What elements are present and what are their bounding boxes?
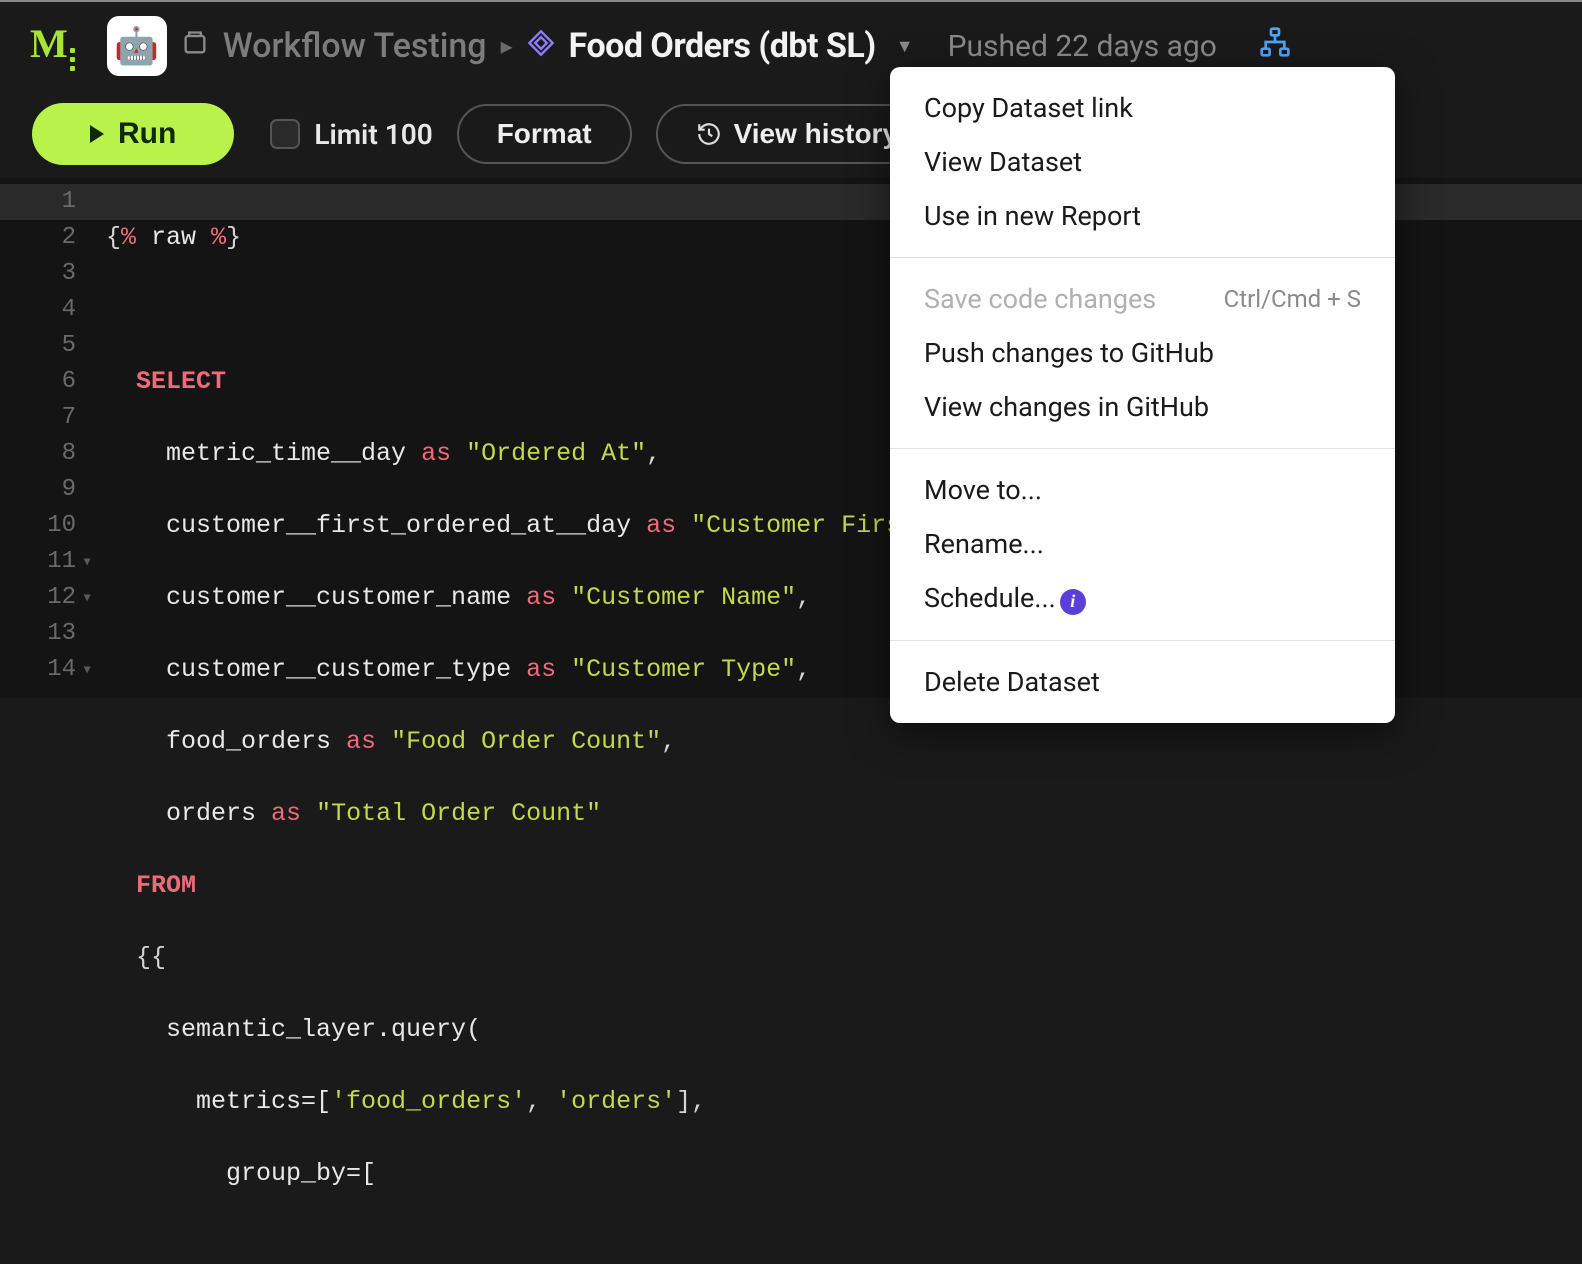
workspace-avatar[interactable]: 🤖 bbox=[107, 16, 167, 76]
lineage-icon[interactable] bbox=[1259, 26, 1291, 67]
avatar-emoji: 🤖 bbox=[114, 25, 159, 67]
line-number: 2 bbox=[0, 220, 76, 256]
menu-delete-dataset[interactable]: Delete Dataset bbox=[890, 655, 1395, 709]
chevron-right-icon: ▸ bbox=[501, 32, 513, 60]
menu-save-code-changes: Save code changes Ctrl/Cmd + S bbox=[890, 272, 1395, 326]
menu-use-in-new-report[interactable]: Use in new Report bbox=[890, 189, 1395, 243]
history-label: View history bbox=[734, 118, 898, 150]
line-number: 12 bbox=[0, 580, 76, 616]
diamond-icon bbox=[527, 26, 555, 66]
format-label: Format bbox=[497, 118, 592, 150]
limit-toggle[interactable]: Limit 100 bbox=[270, 118, 432, 151]
line-number: 4 bbox=[0, 292, 76, 328]
menu-view-dataset[interactable]: View Dataset bbox=[890, 135, 1395, 189]
line-number: 1 bbox=[0, 184, 76, 220]
limit-label: Limit 100 bbox=[314, 118, 432, 151]
title-dropdown-caret[interactable]: ▼ bbox=[896, 36, 914, 57]
code-area[interactable]: {% raw %} SELECT metric_time__day as "Or… bbox=[90, 178, 916, 698]
run-button[interactable]: Run bbox=[32, 103, 234, 165]
history-icon bbox=[696, 121, 722, 147]
shortcut-label: Ctrl/Cmd + S bbox=[1224, 285, 1361, 313]
info-icon: i bbox=[1060, 589, 1086, 615]
menu-schedule[interactable]: Schedule...i bbox=[890, 571, 1395, 626]
gutter: 1 2 3 4 5 6 7 8 9 10 11 12 13 14 bbox=[0, 178, 90, 698]
line-number: 3 bbox=[0, 256, 76, 292]
breadcrumb-workspace[interactable]: Workflow Testing bbox=[223, 26, 487, 66]
line-number: 7 bbox=[0, 400, 76, 436]
menu-move-to[interactable]: Move to... bbox=[890, 463, 1395, 517]
line-number: 14 bbox=[0, 652, 76, 688]
line-number: 6 bbox=[0, 364, 76, 400]
line-number: 10 bbox=[0, 508, 76, 544]
line-number: 9 bbox=[0, 472, 76, 508]
menu-rename[interactable]: Rename... bbox=[890, 517, 1395, 571]
app-logo[interactable]: M bbox=[30, 20, 75, 71]
line-number: 5 bbox=[0, 328, 76, 364]
limit-checkbox[interactable] bbox=[270, 119, 300, 149]
page-title[interactable]: Food Orders (dbt SL) bbox=[569, 26, 876, 66]
format-button[interactable]: Format bbox=[457, 104, 632, 164]
line-number: 11 bbox=[0, 544, 76, 580]
dataset-context-menu: Copy Dataset link View Dataset Use in ne… bbox=[890, 67, 1395, 723]
push-status: Pushed 22 days ago bbox=[948, 29, 1217, 64]
menu-copy-dataset-link[interactable]: Copy Dataset link bbox=[890, 81, 1395, 135]
line-number: 13 bbox=[0, 616, 76, 652]
play-icon bbox=[90, 125, 104, 143]
layers-icon bbox=[181, 26, 209, 66]
run-label: Run bbox=[118, 117, 176, 151]
menu-push-changes-github[interactable]: Push changes to GitHub bbox=[890, 326, 1395, 380]
menu-view-changes-github[interactable]: View changes in GitHub bbox=[890, 380, 1395, 434]
breadcrumb: Workflow Testing ▸ Food Orders (dbt SL) … bbox=[181, 26, 1291, 67]
line-number: 8 bbox=[0, 436, 76, 472]
